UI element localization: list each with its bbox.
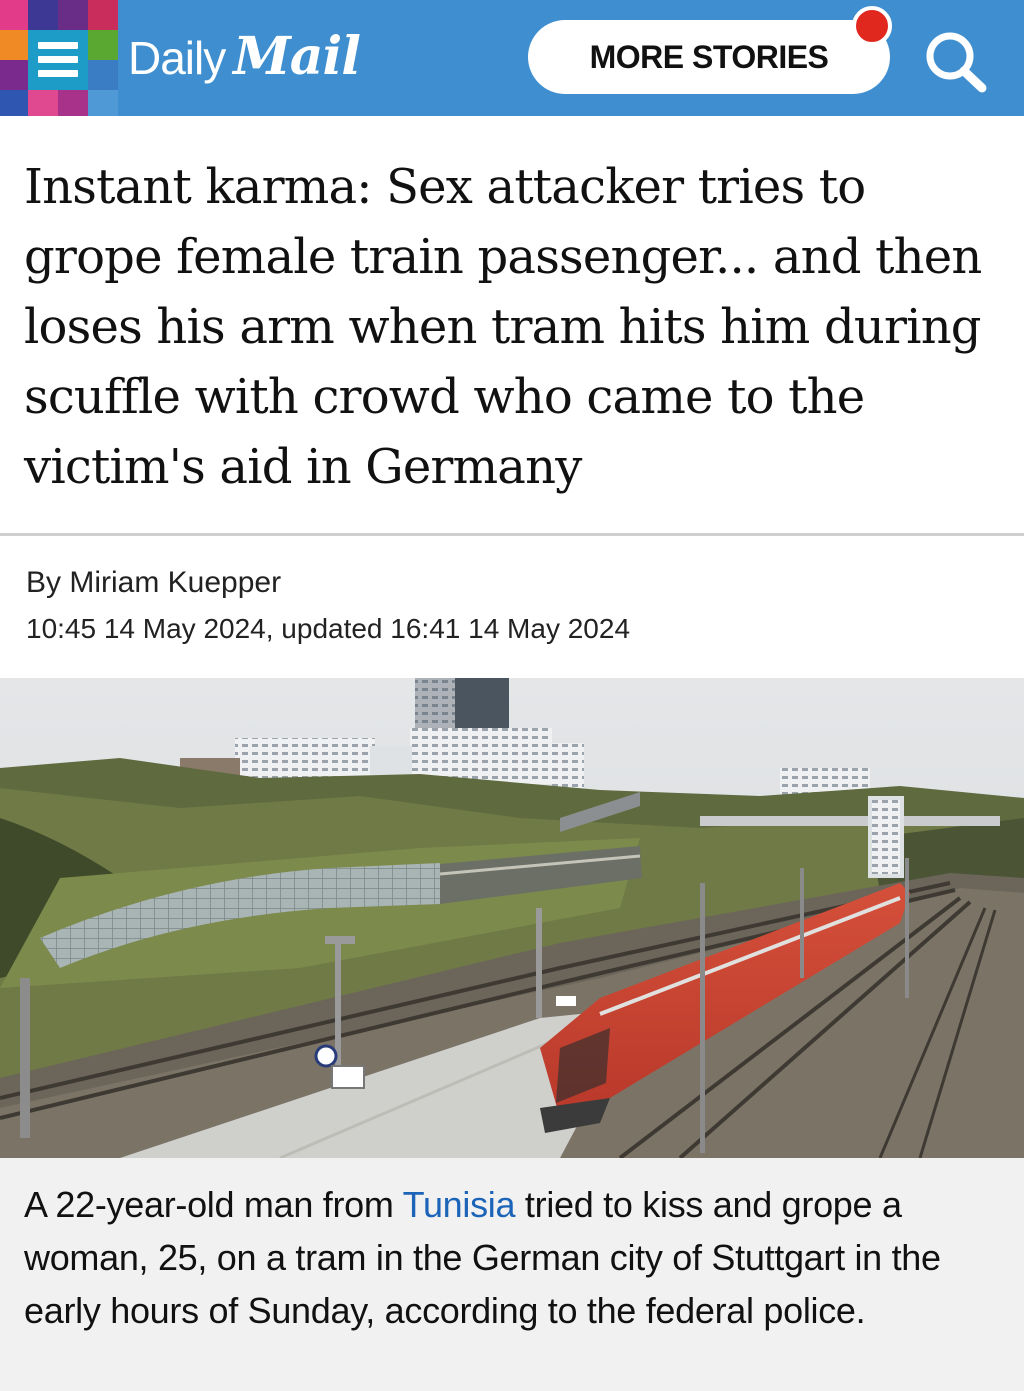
color-tile: [0, 60, 28, 90]
more-stories-button[interactable]: MORE STORIES: [528, 20, 890, 94]
site-header: Daily Mail MORE STORIES: [0, 0, 1024, 116]
hamburger-icon[interactable]: [28, 30, 88, 90]
color-tile: [28, 0, 58, 30]
caption-text: A 22-year-old man from Tunisia tried to …: [24, 1178, 1004, 1337]
notification-dot-icon: [852, 6, 892, 46]
color-tile: [88, 90, 118, 116]
photo-caption: A 22-year-old man from Tunisia tried to …: [0, 1158, 1024, 1391]
byline: By Miriam Kuepper: [26, 566, 282, 599]
color-tile: [88, 60, 118, 90]
timestamp: 10:45 14 May 2024, updated 16:41 14 May …: [26, 613, 631, 644]
color-tile: [88, 0, 118, 30]
more-stories-label: MORE STORIES: [589, 38, 829, 75]
tunisia-link[interactable]: Tunisia: [403, 1184, 516, 1225]
search-icon[interactable]: [920, 26, 994, 94]
article-headline: Instant karma: Sex attacker tries to gro…: [24, 159, 982, 495]
article-photo[interactable]: [0, 678, 1024, 1158]
site-logo[interactable]: Daily Mail: [128, 26, 361, 90]
color-tile: [58, 0, 88, 30]
color-tile: [58, 90, 88, 116]
color-tile: [0, 30, 28, 60]
color-tile: [28, 90, 58, 116]
logo-mail-text: Mail: [233, 26, 361, 87]
logo-daily-text: Daily: [128, 32, 226, 84]
divider: [0, 533, 1024, 536]
caption-text-part: A 22-year-old man from: [24, 1184, 403, 1225]
color-tile: [0, 90, 28, 116]
color-tile: [0, 0, 28, 30]
color-tile: [88, 30, 118, 60]
menu-button[interactable]: [0, 0, 118, 116]
